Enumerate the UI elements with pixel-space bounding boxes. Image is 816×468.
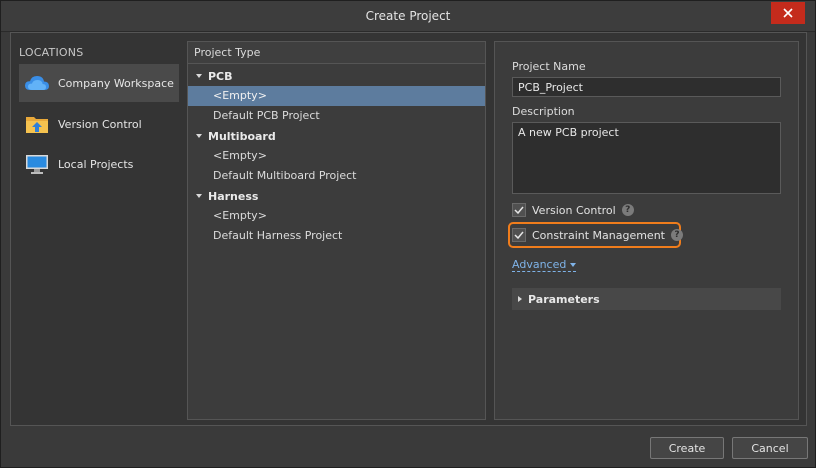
- project-details-panel: Project Name Description A new PCB proje…: [494, 41, 799, 420]
- advanced-link[interactable]: Advanced: [512, 258, 577, 272]
- checkmark-icon: [514, 231, 524, 239]
- type-item-harness-default[interactable]: Default Harness Project: [188, 226, 485, 246]
- constraint-management-checkbox-row[interactable]: Constraint Management ?: [512, 226, 683, 244]
- type-item-multiboard-default[interactable]: Default Multiboard Project: [188, 166, 485, 186]
- expand-icon: [196, 194, 202, 198]
- folder-upload-icon: [24, 112, 50, 136]
- help-icon[interactable]: ?: [671, 229, 683, 241]
- project-type-panel: Project Type PCB <Empty> Default PCB Pro…: [187, 41, 486, 420]
- location-version-control[interactable]: Version Control: [19, 105, 179, 143]
- group-label: Multiboard: [208, 129, 276, 143]
- project-name-label: Project Name: [512, 60, 586, 73]
- dialog-content: LOCATIONS Company Workspace Version Cont…: [10, 32, 807, 426]
- constraint-management-checkbox[interactable]: [512, 228, 526, 242]
- expand-icon: [196, 134, 202, 138]
- group-harness[interactable]: Harness: [188, 186, 485, 206]
- expand-right-icon: [518, 296, 522, 302]
- description-label: Description: [512, 105, 575, 118]
- description-input[interactable]: A new PCB project: [512, 122, 781, 194]
- cloud-icon: [24, 71, 50, 95]
- locations-header: LOCATIONS: [19, 46, 84, 59]
- cancel-button[interactable]: Cancel: [732, 437, 808, 459]
- create-project-dialog: Create Project LOCATIONS Company Workspa…: [0, 0, 816, 468]
- advanced-label: Advanced: [512, 258, 567, 271]
- type-item-pcb-empty[interactable]: <Empty>: [188, 86, 485, 106]
- version-control-label: Version Control: [532, 203, 616, 217]
- group-label: Harness: [208, 189, 259, 203]
- location-local-projects[interactable]: Local Projects: [19, 145, 179, 183]
- project-type-header: Project Type: [188, 42, 485, 64]
- type-item-pcb-default[interactable]: Default PCB Project: [188, 106, 485, 126]
- title-bar: Create Project: [1, 1, 815, 32]
- dialog-title: Create Project: [365, 9, 451, 23]
- help-icon[interactable]: ?: [621, 204, 634, 216]
- constraint-management-label: Constraint Management: [532, 228, 665, 242]
- expand-icon: [196, 74, 202, 78]
- locations-panel: LOCATIONS Company Workspace Version Cont…: [11, 33, 186, 425]
- location-label: Company Workspace: [58, 76, 174, 90]
- group-pcb[interactable]: PCB: [188, 66, 485, 86]
- location-label: Local Projects: [58, 157, 134, 171]
- parameters-section-header[interactable]: Parameters: [512, 288, 781, 310]
- close-button[interactable]: [771, 2, 805, 24]
- group-label: PCB: [208, 69, 233, 83]
- close-icon: [783, 8, 793, 18]
- location-label: Version Control: [58, 117, 142, 131]
- create-button[interactable]: Create: [650, 437, 724, 459]
- chevron-down-icon: [570, 262, 577, 267]
- version-control-checkbox-row[interactable]: Version Control ?: [512, 201, 634, 219]
- checkmark-icon: [514, 206, 524, 214]
- project-name-input[interactable]: [512, 77, 781, 97]
- monitor-icon: [24, 152, 50, 176]
- version-control-checkbox[interactable]: [512, 203, 526, 217]
- type-item-multiboard-empty[interactable]: <Empty>: [188, 146, 485, 166]
- parameters-label: Parameters: [528, 292, 600, 306]
- location-company-workspace[interactable]: Company Workspace: [19, 64, 179, 102]
- type-item-harness-empty[interactable]: <Empty>: [188, 206, 485, 226]
- group-multiboard[interactable]: Multiboard: [188, 126, 485, 146]
